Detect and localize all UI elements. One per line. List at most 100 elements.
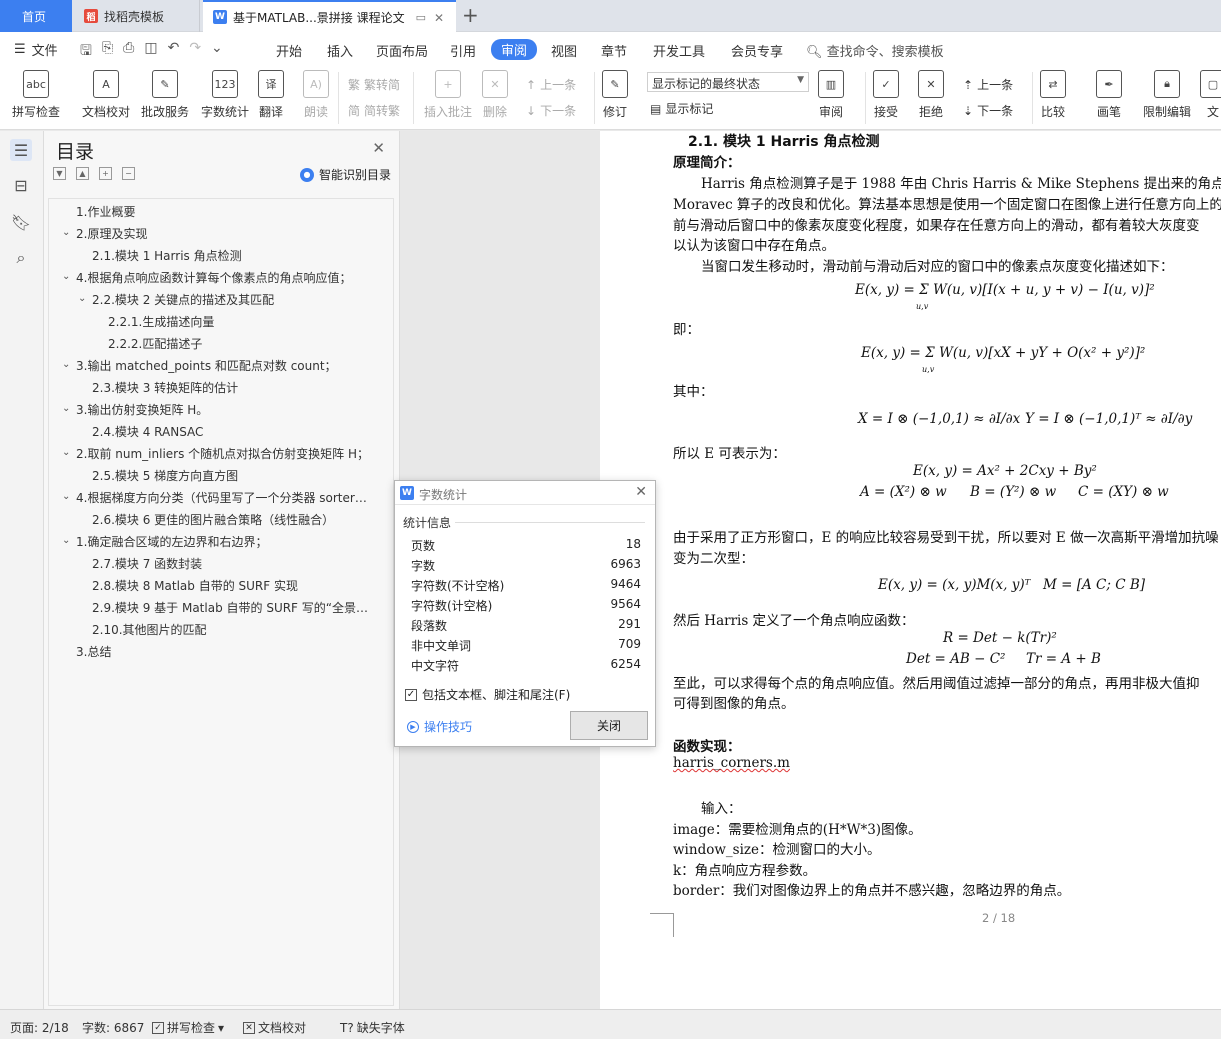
compare-button[interactable]: ⇄ 比较 <box>1040 70 1066 120</box>
toc-item[interactable]: 2.7.模块 7 函数封装 <box>92 555 202 572</box>
toc-item[interactable]: 2.取前 num_inliers 个随机点对拟合仿射变换矩阵 H； <box>76 445 369 462</box>
accept-button[interactable]: ✓ 接受 <box>873 70 899 120</box>
pen-button[interactable]: ✒ 画笔 <box>1096 70 1122 120</box>
redo-icon[interactable]: ↷ <box>189 40 201 64</box>
prev-comment-button[interactable]: ↑ 上一条 <box>526 76 576 93</box>
document-page[interactable]: 2.1. 模块 1 Harris 角点检测 原理简介： Harris 角点检测算… <box>600 131 1221 1009</box>
toc-item[interactable]: 1.作业概要 <box>76 203 135 220</box>
collapse-caret-icon[interactable]: ⌄ <box>62 403 70 414</box>
simp-to-trad-button[interactable]: 简简转繁 <box>348 102 400 119</box>
status-proofread[interactable]: ✕ 文档校对 <box>243 1019 306 1036</box>
toc-item[interactable]: 2.4.模块 4 RANSAC <box>92 423 203 440</box>
toc-item[interactable]: 2.5.模块 5 梯度方向直方图 <box>92 467 238 484</box>
trad-to-simp-button[interactable]: 繁繁转简 <box>348 76 400 93</box>
tips-link[interactable]: ▶ 操作技巧 <box>407 718 472 735</box>
menu-insert[interactable]: 插入 <box>327 41 353 60</box>
doc-permission-button[interactable]: ▢ 文 <box>1200 70 1221 120</box>
menu-start[interactable]: 开始 <box>276 41 302 60</box>
menu-layout[interactable]: 页面布局 <box>376 41 428 60</box>
next-change-button[interactable]: ⇣ 下一条 <box>963 102 1013 119</box>
remove-entry-icon[interactable]: − <box>122 167 135 180</box>
page-indicator[interactable]: 页面: 2/18 <box>10 1019 69 1036</box>
command-search[interactable]: 🔍︎ 查找命令、搜索模板 <box>806 41 944 60</box>
collapse-caret-icon[interactable]: ⌄ <box>62 535 70 546</box>
collapse-caret-icon[interactable]: ⌄ <box>62 447 70 458</box>
expand-all-icon[interactable]: ▲ <box>76 167 89 180</box>
tab-document[interactable]: W 基于MATLAB...景拼接 课程论文 ▭ ✕ <box>203 0 456 32</box>
toc-item[interactable]: 2.6.模块 6 更佳的图片融合策略（线性融合） <box>92 511 334 528</box>
undo-icon[interactable]: ↶ <box>168 40 180 64</box>
new-tab-icon[interactable]: + <box>462 3 479 27</box>
print-icon[interactable]: ⎙ <box>123 40 134 64</box>
include-textbox-checkbox[interactable]: ✓ 包括文本框、脚注和尾注(F) <box>405 686 570 703</box>
track-changes-button[interactable]: ✎ 修订 <box>602 70 628 120</box>
collapse-caret-icon[interactable]: ⌄ <box>62 359 70 370</box>
insert-comment-button[interactable]: + 插入批注 <box>424 70 472 120</box>
tab-template[interactable]: 稻 找稻壳模板 <box>72 0 200 32</box>
tab-home[interactable]: 首页 <box>0 0 72 32</box>
read-aloud-button[interactable]: A) 朗读 <box>303 70 329 120</box>
toc-item[interactable]: 2.原理及实现 <box>76 225 147 242</box>
collapse-caret-icon[interactable]: ⌄ <box>62 271 70 282</box>
restore-icon[interactable]: ▭ <box>416 11 426 24</box>
menu-chapter[interactable]: 章节 <box>601 41 627 60</box>
close-button[interactable]: 关闭 <box>570 711 648 740</box>
status-missing-font[interactable]: T? 缺失字体 <box>340 1019 405 1036</box>
show-markup-button[interactable]: ▤ 显示标记 <box>650 100 713 117</box>
toc-view-icon[interactable]: ☰ <box>10 139 32 161</box>
toc-item[interactable]: 4.根据角点响应函数计算每个像素点的角点响应值； <box>76 269 351 286</box>
close-icon[interactable]: ✕ <box>635 484 647 500</box>
toc-item[interactable]: 2.3.模块 3 转换矩阵的估计 <box>92 379 238 396</box>
chapter-nav-icon[interactable]: ⊟ <box>10 174 32 196</box>
dialog-titlebar[interactable]: W 字数统计 ✕ <box>395 481 655 505</box>
close-icon[interactable]: ✕ <box>372 139 385 157</box>
delete-comment-button[interactable]: ✕ 删除 <box>482 70 508 120</box>
smart-toc-button[interactable]: ● 智能识别目录 <box>299 166 391 183</box>
toc-item[interactable]: 3.输出仿射变换矩阵 H。 <box>76 401 208 418</box>
preview-icon[interactable]: ◫ <box>144 40 157 64</box>
toc-item[interactable]: 3.输出 matched_points 和匹配点对数 count； <box>76 357 337 374</box>
doc-proofread-button[interactable]: A 文档校对 <box>82 70 130 120</box>
toc-item[interactable]: 1.确定融合区域的左边界和右边界； <box>76 533 267 550</box>
review-pane-button[interactable]: ▥ 审阅 <box>818 70 844 120</box>
save-icon[interactable]: 🖫 <box>80 40 92 64</box>
toc-item[interactable]: 2.2.模块 2 关键点的描述及其匹配 <box>92 291 274 308</box>
status-spell-check[interactable]: ✓ 拼写检查 ▾ <box>152 1019 224 1036</box>
toc-item[interactable]: 2.10.其他图片的匹配 <box>92 621 207 638</box>
batch-service-button[interactable]: ✎ 批改服务 <box>141 70 189 120</box>
bookmark-icon[interactable]: 🔖︎ <box>10 211 32 233</box>
markup-state-select[interactable]: 显示标记的最终状态 ▼ <box>647 72 809 92</box>
more-icon[interactable]: ⌄ <box>211 40 223 64</box>
collapse-caret-icon[interactable]: ⌄ <box>62 491 70 502</box>
toc-item[interactable]: 2.2.1.生成描述向量 <box>108 313 214 330</box>
toc-item[interactable]: 2.2.2.匹配描述子 <box>108 335 202 352</box>
find-icon[interactable]: ⌕ <box>10 247 32 269</box>
paragraph-line: 变为二次型： <box>673 551 754 567</box>
collapse-caret-icon[interactable]: ⌄ <box>78 293 86 304</box>
word-count-indicator[interactable]: 字数: 6867 <box>82 1019 144 1036</box>
toc-item[interactable]: 2.9.模块 9 基于 Matlab 自带的 SURF 写的“全景拼... <box>92 599 376 616</box>
close-tab-icon[interactable]: ✕ <box>434 11 444 25</box>
word-count-button[interactable]: 123 字数统计 <box>201 70 249 120</box>
collapse-all-icon[interactable]: ▼ <box>53 167 66 180</box>
menu-review[interactable]: 审阅 <box>491 39 538 60</box>
prev-change-button[interactable]: ⇡ 上一条 <box>963 76 1013 93</box>
toc-item[interactable]: 4.根据梯度方向分类（代码里写了一个分类器 sorter）... <box>76 489 376 506</box>
reject-button[interactable]: ✕ 拒绝 <box>918 70 944 120</box>
menu-member[interactable]: 会员专享 <box>731 41 783 60</box>
translate-button[interactable]: 译翻译 <box>258 70 284 120</box>
status-bar: 页面: 2/18 字数: 6867 ✓ 拼写检查 ▾ ✕ 文档校对 T? 缺失字体 <box>0 1009 1221 1039</box>
collapse-caret-icon[interactable]: ⌄ <box>62 227 70 238</box>
export-icon[interactable]: ⎘ <box>102 40 113 64</box>
restrict-edit-button[interactable]: 🔒︎ 限制编辑 <box>1143 70 1191 120</box>
menu-view[interactable]: 视图 <box>551 41 577 60</box>
spell-check-button[interactable]: abc 拼写检查 <box>12 70 60 120</box>
menu-devtools[interactable]: 开发工具 <box>653 41 705 60</box>
file-menu[interactable]: ☰ 文件 <box>14 40 58 59</box>
add-entry-icon[interactable]: + <box>99 167 112 180</box>
menu-reference[interactable]: 引用 <box>450 41 476 60</box>
toc-item[interactable]: 2.8.模块 8 Matlab 自带的 SURF 实现 <box>92 577 298 594</box>
toc-item[interactable]: 2.1.模块 1 Harris 角点检测 <box>92 247 242 264</box>
toc-item[interactable]: 3.总结 <box>76 643 111 660</box>
next-comment-button[interactable]: ↓ 下一条 <box>526 102 576 119</box>
